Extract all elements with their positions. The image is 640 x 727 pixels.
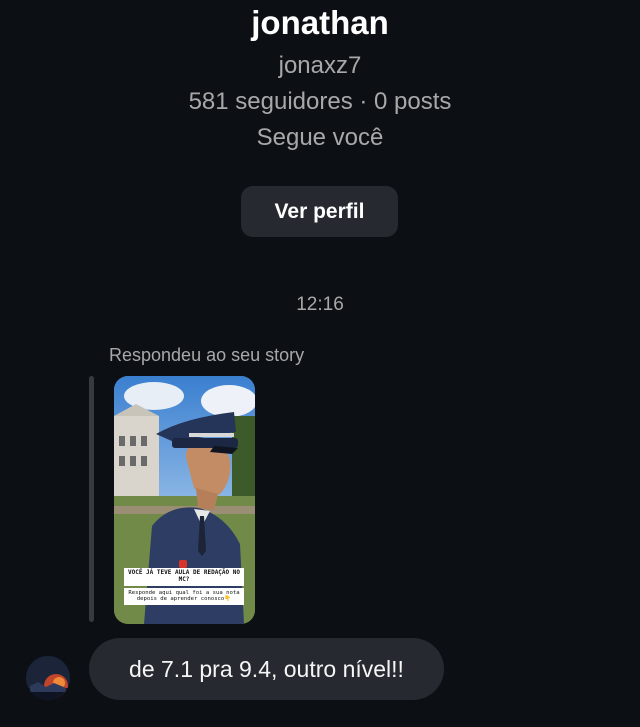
profile-username: jonaxz7 [278,52,362,79]
story-photo [114,376,255,624]
profile-name: jonathan [251,4,389,41]
view-profile-button[interactable]: Ver perfil [241,186,398,237]
avatar[interactable] [26,656,70,700]
story-thumbnail[interactable]: VOCÊ JÁ TEVE AULA DE REDAÇÃO NO MC? Resp… [114,376,255,624]
message-text: de 7.1 pra 9.4, outro nível!! [129,655,404,682]
profile-stats: 581 seguidores · 0 posts [188,88,452,115]
message-timestamp: 12:16 [296,294,344,315]
follow-status: Segue você [256,124,384,151]
story-question-sticker: VOCÊ JÁ TEVE AULA DE REDAÇÃO NO MC? [124,568,244,586]
story-reply-caption: Respondeu ao seu story [109,345,305,365]
story-response-sticker: Responde aqui qual foi a sua nota depois… [124,588,244,605]
reply-indicator-bar [89,376,94,622]
avatar-image [26,656,70,700]
alarm-emoji-icon [179,560,187,568]
message-bubble[interactable]: de 7.1 pra 9.4, outro nível!! [89,638,444,700]
